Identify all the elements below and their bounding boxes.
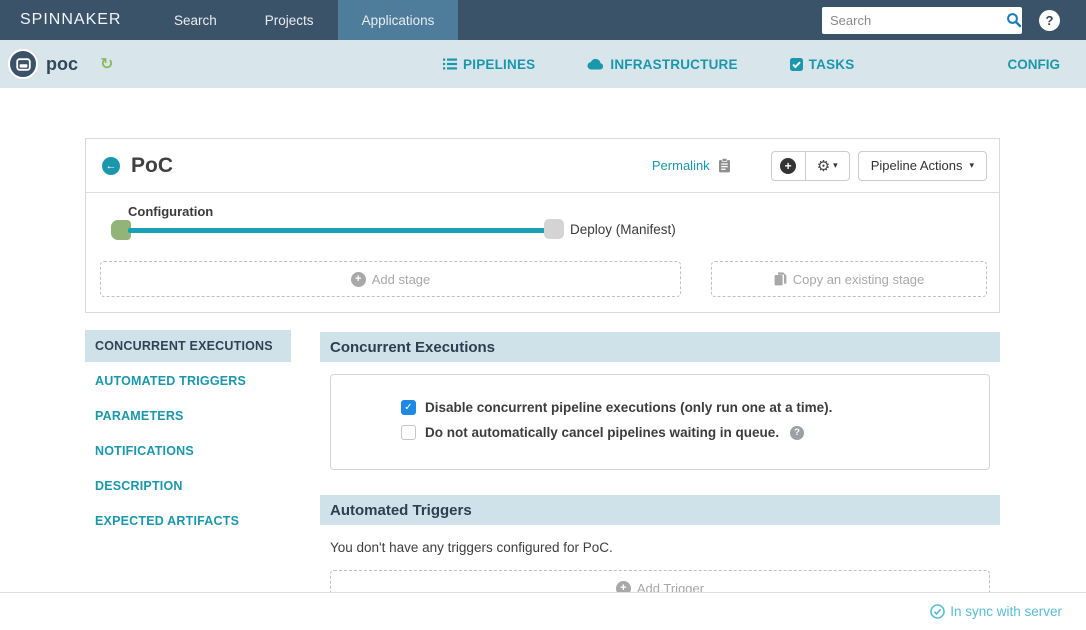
pipeline-title: PoC <box>131 154 173 178</box>
sidebar-item-automated-triggers[interactable]: AUTOMATED TRIGGERS <box>85 365 291 397</box>
permalink-link[interactable]: Permalink <box>652 158 710 173</box>
stage-buttons-row: + Add stage Copy an existing stage <box>86 255 999 311</box>
magnifier-icon[interactable] <box>1006 12 1022 28</box>
disable-concurrent-row: ✓ Disable concurrent pipeline executions… <box>401 400 989 415</box>
concurrent-executions-panel: ✓ Disable concurrent pipeline executions… <box>330 374 990 470</box>
triggers-empty-message: You don't have any triggers configured f… <box>330 540 613 555</box>
copy-stage-label: Copy an existing stage <box>793 272 925 287</box>
caret-down-icon: ▾ <box>969 160 974 171</box>
nav-item-search[interactable]: Search <box>150 0 241 40</box>
tab-pipelines[interactable]: PIPELINES <box>443 57 535 72</box>
nav-item-applications[interactable]: Applications <box>338 0 459 40</box>
list-icon <box>443 58 457 70</box>
topnav-right: ? <box>822 7 1086 34</box>
pipeline-header-actions: Permalink + ⚙ ▾ <box>652 151 987 181</box>
no-cancel-queue-label[interactable]: Do not automatically cancel pipelines wa… <box>425 425 779 440</box>
sidebar-item-expected-artifacts[interactable]: EXPECTED ARTIFACTS <box>85 505 291 537</box>
pipeline-config-card: ← PoC Permalink + ⚙ <box>85 138 1000 313</box>
no-cancel-queue-row: Do not automatically cancel pipelines wa… <box>401 425 989 440</box>
application-header: poc ↻ PIPELINES <box>0 40 1086 88</box>
tab-pipelines-label: PIPELINES <box>463 57 535 72</box>
automated-triggers-header: Automated Triggers <box>320 495 1000 525</box>
add-stage-button[interactable]: + Add stage <box>100 261 681 297</box>
arrow-circle-left-icon[interactable]: ← <box>102 157 120 175</box>
tab-tasks-label: TASKS <box>809 57 855 72</box>
disable-concurrent-checkbox[interactable]: ✓ <box>401 400 416 415</box>
pipeline-actions-button[interactable]: Pipeline Actions ▾ <box>858 151 987 181</box>
nav-item-projects[interactable]: Projects <box>241 0 338 40</box>
check-square-icon <box>790 58 803 71</box>
sidebar-item-description[interactable]: DESCRIPTION <box>85 470 291 502</box>
top-nav: SPINNAKER Search Projects Applications ? <box>0 0 1086 40</box>
stage-label-configuration: Configuration <box>128 204 213 219</box>
app-name: poc <box>46 54 78 75</box>
disable-concurrent-label[interactable]: Disable concurrent pipeline executions (… <box>425 400 832 415</box>
plus-circle-icon: + <box>351 272 366 287</box>
pipeline-settings-button[interactable]: ⚙ ▾ <box>805 151 850 181</box>
concurrent-executions-header: Concurrent Executions <box>320 332 1000 362</box>
sidebar-item-concurrent-executions[interactable]: CONCURRENT EXECUTIONS <box>85 330 291 362</box>
config-link[interactable]: CONFIG <box>1008 57 1061 72</box>
stage-label-deploy: Deploy (Manifest) <box>570 222 676 237</box>
tab-infrastructure[interactable]: INFRASTRUCTURE <box>587 57 737 72</box>
app-identity: poc ↻ <box>0 49 290 79</box>
pipeline-actions-label: Pipeline Actions <box>871 158 963 173</box>
cloud-icon <box>587 58 604 70</box>
question-circle-icon[interactable]: ? <box>790 426 804 440</box>
stage-connector <box>128 228 550 233</box>
tab-infrastructure-label: INFRASTRUCTURE <box>610 57 737 72</box>
app-tabs: PIPELINES INFRASTRUCTURE TASKS <box>290 57 1008 72</box>
stage-node-deploy[interactable] <box>544 219 564 239</box>
global-search-box[interactable] <box>822 7 1022 34</box>
tab-tasks[interactable]: TASKS <box>790 57 855 72</box>
spinnaker-logo: SPINNAKER <box>0 11 150 29</box>
search-input[interactable] <box>830 13 1006 28</box>
clipboard-icon[interactable] <box>718 158 731 173</box>
refresh-icon[interactable]: ↻ <box>100 54 113 74</box>
gear-icon: ⚙ <box>817 157 830 175</box>
help-icon[interactable]: ? <box>1039 10 1060 31</box>
status-footer: In sync with server <box>0 592 1086 630</box>
pipeline-card-header: ← PoC Permalink + ⚙ <box>86 139 999 193</box>
plus-circle-icon: + <box>780 158 796 174</box>
no-cancel-queue-checkbox[interactable] <box>401 425 416 440</box>
spinnaker-app: SPINNAKER Search Projects Applications ? <box>0 0 1086 630</box>
copy-icon <box>774 272 787 286</box>
pipeline-stage-graph: Configuration Deploy (Manifest) <box>86 193 999 255</box>
caret-down-icon: ▾ <box>833 160 838 171</box>
config-sections: Concurrent Executions ✓ Disable concurre… <box>320 332 1000 362</box>
add-stage-label: Add stage <box>372 272 431 287</box>
copy-existing-stage-button[interactable]: Copy an existing stage <box>711 261 987 297</box>
sidebar-item-notifications[interactable]: NOTIFICATIONS <box>85 435 291 467</box>
sync-status-label: In sync with server <box>950 604 1062 619</box>
config-sidebar: CONCURRENT EXECUTIONS AUTOMATED TRIGGERS… <box>85 330 291 540</box>
add-stage-quick-button[interactable]: + <box>771 151 806 181</box>
check-circle-icon <box>930 604 945 619</box>
sidebar-item-parameters[interactable]: PARAMETERS <box>85 400 291 432</box>
sync-status[interactable]: In sync with server <box>930 604 1062 619</box>
application-window-icon <box>8 49 38 79</box>
